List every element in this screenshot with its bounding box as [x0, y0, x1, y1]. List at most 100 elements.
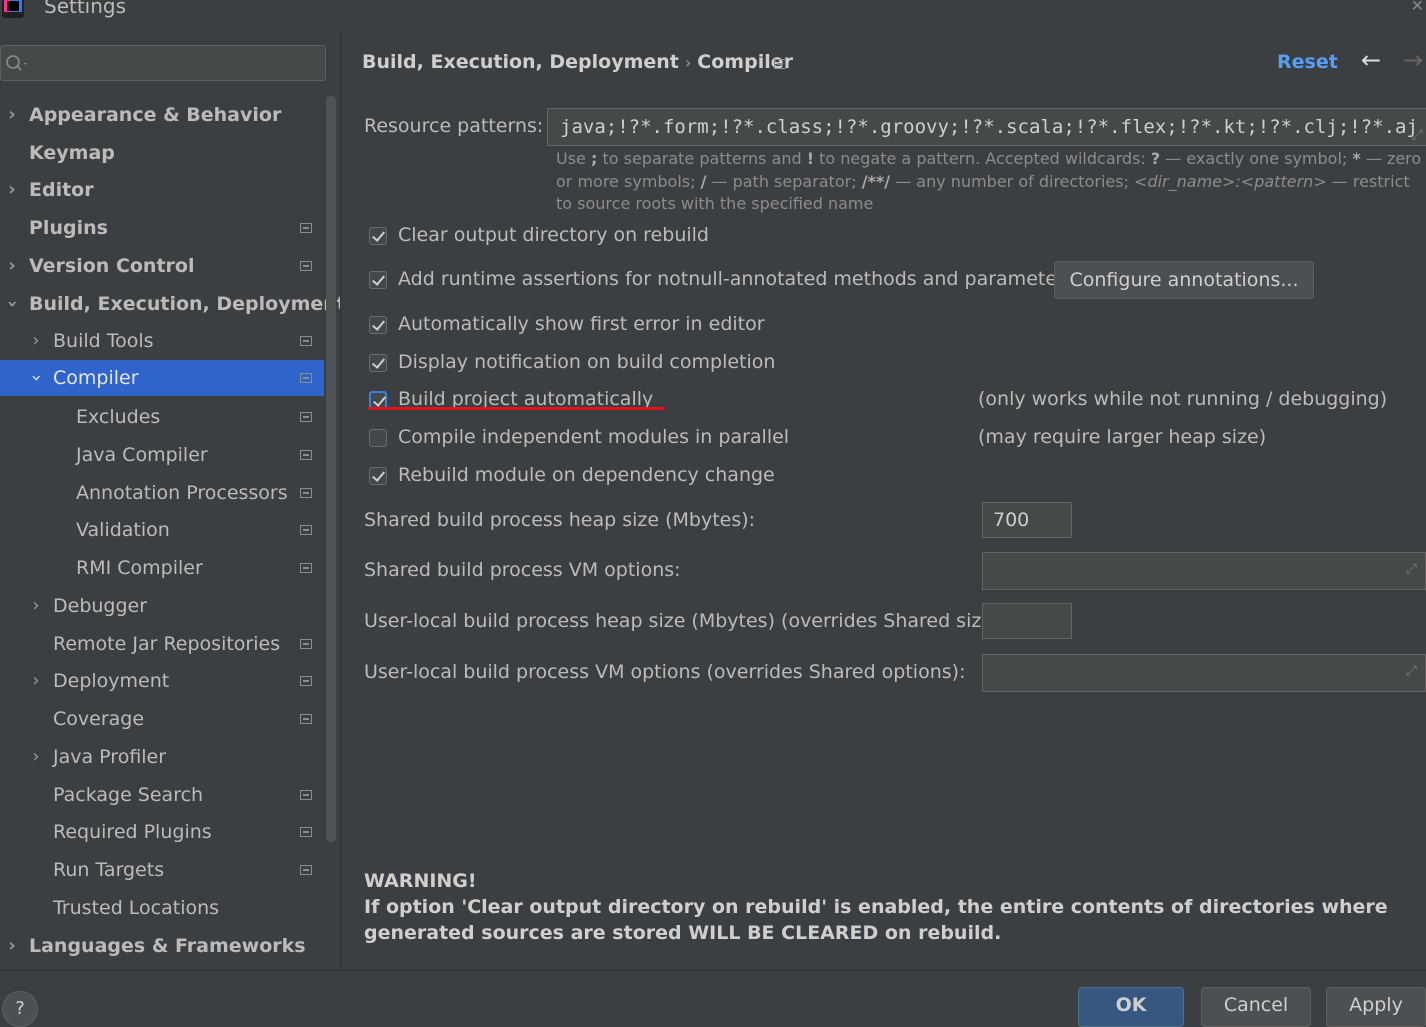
sidebar-item-label: Languages & Frameworks [29, 935, 306, 957]
sidebar-item-build-execution-deployment[interactable]: › Build, Execution, Deployment [0, 286, 346, 322]
close-icon[interactable]: ✕ [1411, 0, 1424, 15]
sidebar-item-label: Plugins [29, 217, 108, 239]
sidebar-item-build-tools[interactable]: › Build Tools [0, 323, 324, 359]
sidebar-item-run-targets[interactable]: Run Targets [0, 852, 324, 888]
sidebar-scrollbar[interactable] [326, 96, 336, 842]
rebuild-on-dependency-label[interactable]: Rebuild module on dependency change [398, 464, 775, 486]
sidebar-item-label: Run Targets [53, 859, 165, 881]
clear-output-checkbox[interactable] [369, 227, 387, 245]
sidebar-item-remote-jar-repositories[interactable]: Remote Jar Repositories [0, 626, 324, 662]
sidebar-item-label: Debugger [53, 595, 148, 617]
sidebar-item-label: Keymap [29, 142, 115, 164]
intellij-app-icon [2, 0, 24, 18]
project-settings-icon [300, 336, 312, 346]
parallel-compile-label[interactable]: Compile independent modules in parallel [398, 426, 789, 448]
chevron-right-icon: › [8, 179, 16, 200]
expand-icon[interactable]: ⤢ [1406, 561, 1417, 577]
user-heap-input[interactable] [982, 603, 1072, 639]
compiler-settings-panel: Build, Execution, Deployment › Compiler Re… [341, 30, 1426, 970]
shared-heap-input[interactable]: 700 [982, 502, 1072, 538]
sidebar-item-required-plugins[interactable]: Required Plugins [0, 814, 324, 850]
chevron-right-icon: › [32, 746, 40, 767]
sidebar-item-debugger[interactable]: › Debugger [0, 588, 324, 624]
project-settings-icon [300, 563, 312, 573]
sidebar-item-label: Annotation Processors [76, 482, 288, 504]
sidebar-item-coverage[interactable]: Coverage [0, 701, 324, 737]
sidebar-item-label: Coverage [53, 708, 145, 730]
window-title: Settings [44, 0, 127, 18]
build-notification-checkbox[interactable] [369, 354, 387, 372]
help-button[interactable]: ? [2, 991, 38, 1027]
sidebar-item-validation[interactable]: Validation [0, 512, 324, 548]
sidebar-item-label: Editor [29, 179, 94, 201]
annotation-underline [367, 407, 665, 410]
dialog-footer: ? OK Cancel Apply [0, 970, 1426, 1027]
show-first-error-label[interactable]: Automatically show first error in editor [398, 313, 765, 335]
project-settings-icon [300, 827, 312, 837]
sidebar-item-label: Version Control [29, 255, 195, 277]
sidebar-item-languages-frameworks[interactable]: › Languages & Frameworks [0, 928, 324, 964]
build-automatically-note: (only works while not running / debuggin… [978, 388, 1388, 410]
sidebar-item-rmi-compiler[interactable]: RMI Compiler [0, 550, 324, 586]
clear-output-label[interactable]: Clear output directory on rebuild [398, 224, 709, 246]
sidebar-item-excludes[interactable]: Excludes [0, 399, 324, 435]
reset-link[interactable]: Reset [1277, 51, 1338, 73]
back-arrow-icon[interactable]: ← [1361, 46, 1381, 74]
search-input[interactable] [0, 45, 326, 81]
project-settings-icon [300, 865, 312, 875]
show-first-error-checkbox[interactable] [369, 316, 387, 334]
sidebar-item-package-search[interactable]: Package Search [0, 777, 324, 813]
settings-sidebar: › Appearance & Behavior Keymap › Editor … [0, 30, 346, 970]
sidebar-item-label: Excludes [76, 406, 161, 428]
title-bar: Settings ✕ [0, 0, 1426, 22]
project-settings-icon [300, 373, 312, 383]
sidebar-item-label: Validation [76, 519, 170, 541]
sidebar-item-label: Trusted Locations [53, 897, 220, 919]
warning-title: WARNING! [364, 870, 477, 892]
shared-vm-options-input[interactable]: ⤢ [982, 552, 1426, 590]
breadcrumb-parent[interactable]: Build, Execution, Deployment [362, 51, 679, 73]
project-settings-icon [774, 59, 786, 69]
sidebar-item-deployment[interactable]: › Deployment [0, 663, 324, 699]
sidebar-item-compiler[interactable]: › Compiler [0, 360, 324, 396]
sidebar-item-plugins[interactable]: Plugins [0, 210, 324, 246]
sidebar-item-version-control[interactable]: › Version Control [0, 248, 324, 284]
sidebar-item-label: Java Profiler [53, 746, 167, 768]
expand-icon[interactable]: ⤢ [1406, 663, 1417, 679]
shared-vm-options-label: Shared build process VM options: [364, 559, 681, 581]
project-settings-icon [300, 412, 312, 422]
chevron-right-icon: › [32, 595, 40, 616]
user-heap-label: User-local build process heap size (Mbyt… [364, 610, 1007, 632]
sidebar-item-appearance-behavior[interactable]: › Appearance & Behavior [0, 97, 324, 133]
sidebar-item-keymap[interactable]: Keymap [0, 135, 324, 171]
chevron-down-icon: › [26, 374, 47, 382]
resource-patterns-input[interactable]: java;!?*.form;!?*.class;!?*.groovy;!?*.s… [547, 108, 1426, 146]
chevron-right-icon: › [8, 255, 16, 276]
sidebar-item-editor[interactable]: › Editor [0, 172, 324, 208]
sidebar-item-trusted-locations[interactable]: Trusted Locations [0, 890, 324, 926]
runtime-assertions-label[interactable]: Add runtime assertions for notnull-annot… [398, 268, 1075, 290]
resource-patterns-label: Resource patterns: [364, 115, 544, 137]
sidebar-item-annotation-processors[interactable]: Annotation Processors [0, 475, 324, 511]
configure-annotations-button[interactable]: Configure annotations... [1054, 261, 1314, 299]
apply-button[interactable]: Apply [1326, 987, 1426, 1027]
resource-patterns-hint: Use ; to separate patterns and ! to nega… [556, 149, 1422, 213]
rebuild-on-dependency-checkbox[interactable] [369, 467, 387, 485]
cancel-button[interactable]: Cancel [1201, 987, 1311, 1027]
ok-button[interactable]: OK [1078, 987, 1184, 1027]
sidebar-item-java-compiler[interactable]: Java Compiler [0, 437, 324, 473]
breadcrumb: Build, Execution, Deployment › Compiler [362, 51, 793, 73]
sidebar-item-label: Build, Execution, Deployment [29, 293, 346, 315]
sidebar-item-java-profiler[interactable]: › Java Profiler [0, 739, 324, 775]
forward-arrow-icon[interactable]: → [1403, 46, 1423, 74]
sidebar-item-label: Build Tools [53, 330, 154, 352]
expand-icon[interactable]: ⤢ [1412, 117, 1423, 145]
runtime-assertions-checkbox[interactable] [369, 271, 387, 289]
project-settings-icon [300, 261, 312, 271]
user-vm-options-label: User-local build process VM options (ove… [364, 661, 966, 683]
build-notification-label[interactable]: Display notification on build completion [398, 351, 775, 373]
breadcrumb-separator: › [684, 53, 692, 72]
parallel-compile-checkbox[interactable] [369, 429, 387, 447]
shared-heap-label: Shared build process heap size (Mbytes): [364, 509, 756, 531]
user-vm-options-input[interactable]: ⤢ [982, 654, 1426, 692]
